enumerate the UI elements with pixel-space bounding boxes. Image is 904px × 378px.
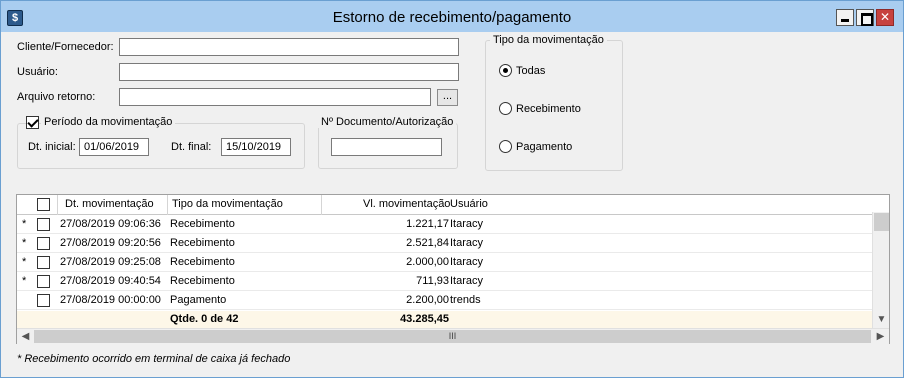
usuario-label: Usuário: bbox=[17, 66, 58, 78]
horizontal-scrollbar[interactable]: ◀ III ▶ bbox=[17, 328, 889, 344]
footnote: * Recebimento ocorrido em terminal de ca… bbox=[17, 353, 291, 365]
table-row[interactable]: * 27/08/2019 09:20:56 Recebimento 2.521,… bbox=[17, 234, 872, 253]
row-valor: 2.200,00 bbox=[406, 294, 449, 306]
table-row[interactable]: 27/08/2019 00:00:00 Pagamento 2.200,00 t… bbox=[17, 291, 872, 310]
row-date: 27/08/2019 09:40:54 bbox=[60, 275, 161, 287]
radio-pagamento-label: Pagamento bbox=[516, 141, 573, 153]
row-checkbox[interactable] bbox=[37, 218, 50, 231]
total-valor: 43.285,45 bbox=[400, 313, 449, 325]
table-row[interactable]: * 27/08/2019 09:25:08 Recebimento 2.000,… bbox=[17, 253, 872, 272]
row-tipo: Recebimento bbox=[170, 275, 235, 287]
totals-row: Qtde. 0 de 42 43.285,45 bbox=[17, 311, 872, 329]
col-vl-movimentacao[interactable]: Vl. movimentação bbox=[363, 198, 450, 210]
row-tipo: Recebimento bbox=[170, 237, 235, 249]
row-marker: * bbox=[22, 218, 27, 230]
row-usuario: trends bbox=[450, 294, 481, 306]
radio-todas[interactable] bbox=[499, 64, 512, 77]
row-tipo: Recebimento bbox=[170, 256, 235, 268]
col-usuario[interactable]: Usuário bbox=[450, 198, 488, 210]
vertical-scroll-thumb[interactable] bbox=[874, 213, 889, 231]
row-valor: 2.521,84 bbox=[406, 237, 449, 249]
row-date: 27/08/2019 09:06:36 bbox=[60, 218, 161, 230]
usuario-input[interactable] bbox=[119, 63, 459, 81]
table-row[interactable]: * 27/08/2019 09:06:36 Recebimento 1.221,… bbox=[17, 215, 872, 234]
col-dt-movimentacao[interactable]: Dt. movimentação bbox=[65, 198, 154, 210]
horizontal-scroll-thumb[interactable]: III bbox=[34, 330, 871, 343]
row-usuario: Itaracy bbox=[450, 256, 484, 268]
total-qtde: Qtde. 0 de 42 bbox=[170, 313, 239, 325]
row-date: 27/08/2019 09:20:56 bbox=[60, 237, 161, 249]
row-checkbox[interactable] bbox=[37, 294, 50, 307]
scroll-left-icon[interactable]: ◀ bbox=[17, 329, 34, 345]
row-valor: 1.221,17 bbox=[406, 218, 449, 230]
browse-button[interactable]: ... bbox=[437, 89, 458, 106]
maximize-icon[interactable] bbox=[856, 9, 874, 26]
row-date: 27/08/2019 00:00:00 bbox=[60, 294, 161, 306]
col-tipo-movimentacao[interactable]: Tipo da movimentação bbox=[172, 198, 283, 210]
cliente-fornecedor-input[interactable] bbox=[119, 38, 459, 56]
tipo-title: Tipo da movimentação bbox=[490, 34, 607, 46]
table-row[interactable]: * 27/08/2019 09:40:54 Recebimento 711,93… bbox=[17, 272, 872, 291]
dt-final-label: Dt. final: bbox=[171, 141, 212, 153]
title-bar[interactable]: $ Estorno de recebimento/pagamento bbox=[1, 1, 903, 32]
row-usuario: Itaracy bbox=[450, 218, 484, 230]
radio-recebimento[interactable] bbox=[499, 102, 512, 115]
row-checkbox[interactable] bbox=[37, 256, 50, 269]
row-usuario: Itaracy bbox=[450, 237, 484, 249]
row-checkbox[interactable] bbox=[37, 237, 50, 250]
documento-input[interactable] bbox=[331, 138, 442, 156]
scroll-right-icon[interactable]: ▶ bbox=[872, 329, 889, 345]
row-marker: * bbox=[22, 256, 27, 268]
close-icon[interactable] bbox=[876, 9, 894, 26]
select-all-checkbox[interactable] bbox=[37, 198, 50, 211]
grid-header: Dt. movimentação Tipo da movimentação Vl… bbox=[17, 195, 872, 215]
radio-todas-label: Todas bbox=[516, 65, 546, 77]
row-date: 27/08/2019 09:25:08 bbox=[60, 256, 161, 268]
periodo-checkbox[interactable] bbox=[26, 116, 39, 129]
vertical-scrollbar[interactable]: ▼ bbox=[872, 212, 889, 328]
documento-label: Nº Documento/Autorização bbox=[318, 116, 457, 128]
radio-recebimento-label: Recebimento bbox=[516, 103, 581, 115]
cliente-label: Cliente/Fornecedor: bbox=[17, 41, 114, 53]
row-marker: * bbox=[22, 237, 27, 249]
window-title: Estorno de recebimento/pagamento bbox=[332, 9, 572, 26]
scroll-down-icon[interactable]: ▼ bbox=[873, 312, 890, 328]
dt-inicial-label: Dt. inicial: bbox=[28, 141, 76, 153]
row-tipo: Pagamento bbox=[170, 294, 227, 306]
periodo-label: Período da movimentação bbox=[41, 116, 176, 128]
row-tipo: Recebimento bbox=[170, 218, 235, 230]
row-checkbox[interactable] bbox=[37, 275, 50, 288]
row-valor: 711,93 bbox=[416, 275, 449, 287]
radio-pagamento[interactable] bbox=[499, 140, 512, 153]
row-marker: * bbox=[22, 275, 27, 287]
dt-inicial-input[interactable]: 01/06/2019 bbox=[79, 138, 149, 156]
row-valor: 2.000,00 bbox=[406, 256, 449, 268]
arquivo-retorno-input[interactable] bbox=[119, 88, 431, 106]
window: $ Estorno de recebimento/pagamento Clien… bbox=[0, 0, 904, 378]
row-usuario: Itaracy bbox=[450, 275, 484, 287]
dt-final-input[interactable]: 15/10/2019 bbox=[221, 138, 291, 156]
arquivo-label: Arquivo retorno: bbox=[17, 91, 96, 103]
minimize-icon[interactable] bbox=[836, 9, 854, 26]
movimentacoes-grid[interactable]: Dt. movimentação Tipo da movimentação Vl… bbox=[16, 194, 890, 344]
